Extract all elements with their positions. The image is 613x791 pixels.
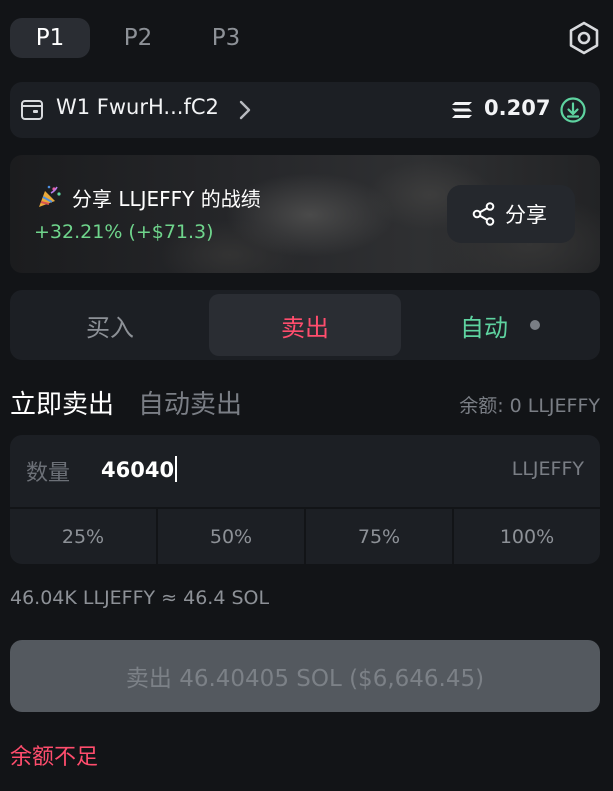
amount-input[interactable]: 46040 bbox=[101, 456, 178, 482]
pnl-text: +32.21% (+$71.3) bbox=[34, 221, 214, 243]
preset-100-button[interactable]: 100% bbox=[454, 509, 600, 564]
estimate-text: 46.04K LLJEFFY ≈ 46.4 SOL bbox=[10, 587, 270, 609]
tab-buy[interactable]: 买入 bbox=[14, 294, 206, 356]
amount-value: 46040 bbox=[101, 458, 175, 482]
wallet-icon bbox=[21, 100, 43, 120]
wallet-balance: 0.207 bbox=[484, 96, 551, 120]
download-icon[interactable] bbox=[559, 96, 587, 124]
tab-p3[interactable]: P3 bbox=[186, 18, 266, 58]
order-type-tabs: 立即卖出 自动卖出 bbox=[10, 384, 242, 421]
status-dot bbox=[530, 320, 540, 330]
preset-25-button[interactable]: 25% bbox=[10, 509, 158, 564]
preset-75-button[interactable]: 75% bbox=[306, 509, 454, 564]
tab-p1[interactable]: P1 bbox=[10, 18, 90, 58]
tab-auto[interactable]: 自动 bbox=[405, 294, 595, 356]
share-button-label: 分享 bbox=[505, 203, 547, 227]
tab-auto-label: 自动 bbox=[460, 313, 508, 342]
tab-auto-sell[interactable]: 自动卖出 bbox=[138, 384, 242, 421]
preset-50-button[interactable]: 50% bbox=[158, 509, 306, 564]
amount-unit: LLJEFFY bbox=[511, 458, 584, 480]
amount-label: 数量 bbox=[26, 461, 71, 486]
trade-panel: P1 P2 P3 W1 FwurH...fC2 0.207 分享 LLJEFFY… bbox=[0, 0, 613, 791]
tab-p2[interactable]: P2 bbox=[98, 18, 178, 58]
trade-mode-tabs: 买入 卖出 自动 bbox=[10, 290, 600, 360]
amount-panel: 数量 46040 LLJEFFY 25% 50% 75% 100% bbox=[10, 435, 600, 564]
wallet-name: W1 FwurH...fC2 bbox=[56, 95, 219, 119]
error-message: 余额不足 bbox=[10, 745, 99, 770]
share-button[interactable]: 分享 bbox=[447, 185, 575, 243]
tab-instant-sell[interactable]: 立即卖出 bbox=[10, 384, 114, 421]
tab-sell[interactable]: 卖出 bbox=[209, 294, 401, 356]
preset-buttons: 25% 50% 75% 100% bbox=[10, 507, 600, 564]
share-title: 分享 LLJEFFY 的战绩 bbox=[72, 187, 261, 211]
share-icon bbox=[472, 202, 495, 226]
wallet-selector[interactable]: W1 FwurH...fC2 0.207 bbox=[10, 82, 600, 138]
sell-submit-button[interactable]: 卖出 46.40405 SOL ($6,646.45) bbox=[10, 640, 600, 712]
solana-icon bbox=[452, 102, 472, 118]
settings-icon[interactable] bbox=[566, 20, 602, 56]
profile-tabs: P1 P2 P3 bbox=[10, 18, 274, 58]
chevron-right-icon[interactable] bbox=[234, 97, 256, 123]
party-popper-icon bbox=[39, 185, 61, 207]
text-caret bbox=[175, 456, 178, 482]
share-banner: 分享 LLJEFFY 的战绩 +32.21% (+$71.3) 分享 bbox=[10, 155, 600, 273]
token-balance: 余额: 0 LLJEFFY bbox=[459, 395, 600, 417]
